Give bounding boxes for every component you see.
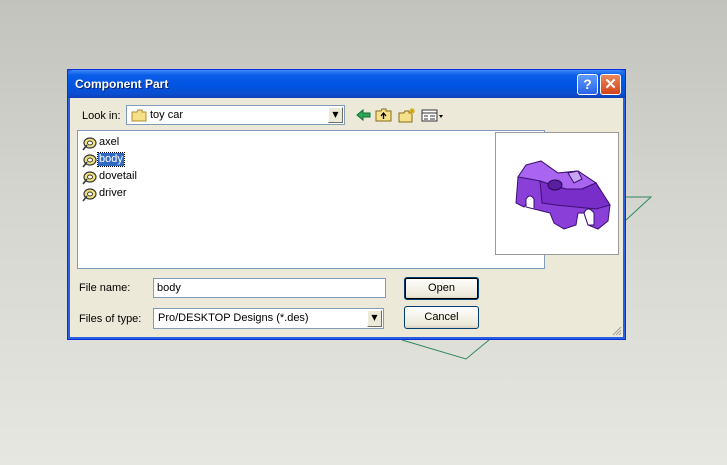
file-list[interactable]: axel body dovetail driver bbox=[77, 130, 545, 269]
part-file-icon bbox=[82, 171, 97, 185]
view-menu-icon[interactable] bbox=[421, 107, 445, 123]
close-button[interactable]: ✕ bbox=[600, 74, 621, 95]
back-arrow-icon[interactable] bbox=[355, 107, 373, 123]
cancel-button[interactable]: Cancel bbox=[404, 306, 479, 329]
file-name-label: File name: bbox=[79, 282, 131, 294]
up-one-level-icon[interactable] bbox=[375, 107, 393, 123]
part-file-icon bbox=[82, 137, 97, 151]
chevron-down-icon[interactable]: ▼ bbox=[328, 107, 343, 123]
part-preview-image bbox=[515, 160, 611, 230]
part-file-icon bbox=[82, 188, 97, 202]
file-item-label: body bbox=[97, 152, 125, 167]
file-item-label: driver bbox=[99, 187, 127, 199]
open-button[interactable]: Open bbox=[404, 277, 479, 300]
new-folder-icon[interactable] bbox=[398, 107, 416, 123]
file-item-label: axel bbox=[99, 136, 120, 148]
look-in-value: toy car bbox=[150, 109, 184, 121]
look-in-dropdown[interactable]: toy car ▼ bbox=[126, 105, 345, 125]
dialog-title: Component Part bbox=[75, 77, 169, 91]
look-in-label: Look in: bbox=[82, 110, 121, 122]
files-of-type-label: Files of type: bbox=[79, 313, 142, 325]
resize-grip-icon[interactable] bbox=[610, 324, 622, 336]
chevron-down-icon[interactable]: ▼ bbox=[367, 310, 382, 327]
part-preview bbox=[495, 132, 619, 255]
files-of-type-dropdown[interactable]: Pro/DESKTOP Designs (*.des) ▼ bbox=[153, 308, 384, 329]
title-bar[interactable]: Component Part ? ✕ bbox=[68, 70, 625, 98]
part-file-icon bbox=[82, 154, 97, 168]
help-button[interactable]: ? bbox=[577, 74, 598, 95]
file-item-label: dovetail bbox=[99, 170, 137, 182]
folder-icon bbox=[131, 109, 147, 122]
file-name-field[interactable] bbox=[153, 278, 386, 298]
files-of-type-value: Pro/DESKTOP Designs (*.des) bbox=[158, 312, 309, 324]
file-name-input[interactable] bbox=[154, 279, 385, 297]
component-part-dialog: Component Part ? ✕ Look in: toy car ▼ ax… bbox=[67, 69, 626, 340]
